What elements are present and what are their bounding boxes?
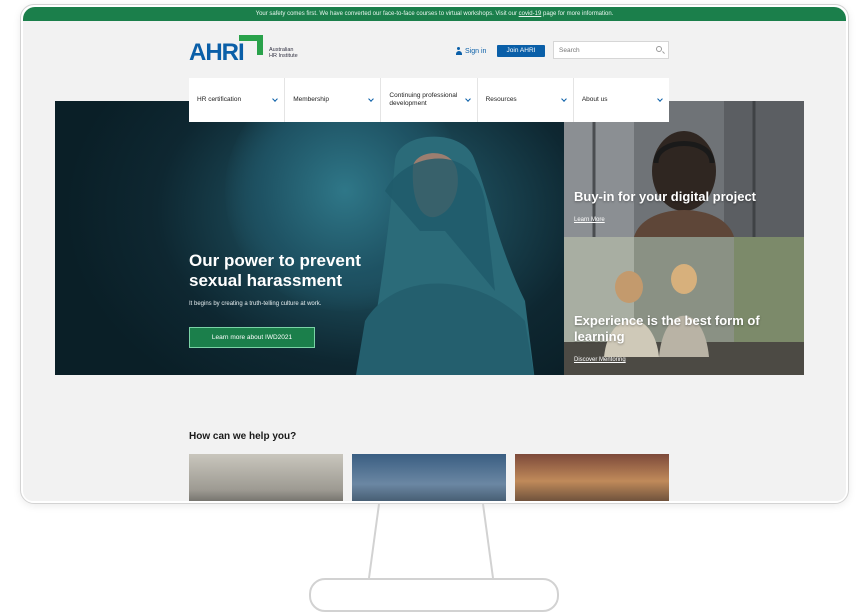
nav-item-resources[interactable]: Resources xyxy=(478,78,574,122)
help-tile-workspace[interactable] xyxy=(352,454,506,501)
hero-banner: Our power to prevent sexual harassment I… xyxy=(55,101,564,375)
site-header: AHRI Australian HR Institute Sign in Joi… xyxy=(23,21,846,81)
main-nav: HR certification Membership Continuing p… xyxy=(189,78,669,122)
logo-wordmark: AHRI xyxy=(189,39,245,66)
person-icon xyxy=(455,47,462,55)
two-women-image xyxy=(564,237,804,375)
mentoring-card[interactable]: Experience is the best form of learning … xyxy=(564,237,804,375)
hero-title: Our power to prevent sexual harassment xyxy=(189,251,439,291)
covid-link[interactable]: covid-19 xyxy=(519,11,542,17)
covid-banner: Your safety comes first. We have convert… xyxy=(23,7,846,21)
monitor-stand-neck xyxy=(368,504,494,579)
sign-in-label: Sign in xyxy=(465,47,487,55)
logo-accent-bar-vertical xyxy=(257,35,263,55)
nav-item-label: HR certification xyxy=(197,96,242,103)
banner-text-end: page for more information. xyxy=(541,11,614,17)
search-icon[interactable] xyxy=(656,46,662,52)
monitor-frame: Your safety comes first. We have convert… xyxy=(20,4,849,504)
join-ahri-button[interactable]: Join AHRI xyxy=(497,45,545,57)
chevron-down-icon xyxy=(560,96,567,102)
chevron-down-icon xyxy=(368,96,375,102)
logo-subtitle: Australian HR Institute xyxy=(269,47,309,59)
help-tile-team[interactable] xyxy=(515,454,669,501)
card-link[interactable]: Learn More xyxy=(574,217,605,223)
card-link[interactable]: Discover Mentoring xyxy=(574,357,626,363)
hero-title-line1: Our power to prevent xyxy=(189,251,361,270)
nav-item-label: Resources xyxy=(485,96,517,103)
nav-item-cpd[interactable]: Continuing professional development xyxy=(381,78,478,122)
monitor-stand-base xyxy=(309,578,559,612)
nav-item-label: Continuing professional development xyxy=(389,92,458,107)
learn-more-button[interactable]: Learn more about IWD2021 xyxy=(189,327,315,348)
sign-in-link[interactable]: Sign in xyxy=(455,47,486,55)
nav-item-hr-certification[interactable]: HR certification xyxy=(189,78,286,122)
nav-item-about-us[interactable]: About us xyxy=(574,78,669,122)
nav-item-membership[interactable]: Membership xyxy=(285,78,382,122)
stage: Your safety comes first. We have convert… xyxy=(0,0,857,616)
chevron-down-icon xyxy=(272,96,279,102)
browser-screen: Your safety comes first. We have convert… xyxy=(23,7,846,501)
card-title: Buy-in for your digital project xyxy=(574,189,757,204)
card-title-line1: Experience is the best form of xyxy=(574,313,760,328)
nav-item-label: Membership xyxy=(293,96,329,103)
search-input[interactable] xyxy=(553,41,669,59)
card-title: Experience is the best form of learning xyxy=(574,313,760,345)
banner-text-start: Your safety comes first. We have convert… xyxy=(255,11,519,17)
nav-item-label: About us xyxy=(581,96,608,103)
hero-subtitle: It begins by creating a truth-telling cu… xyxy=(189,301,322,307)
hero-title-line2: sexual harassment xyxy=(189,271,343,290)
card-title-line2: learning xyxy=(574,329,625,344)
logo-subtitle-line2: HR Institute xyxy=(269,53,298,59)
help-tile-office[interactable] xyxy=(189,454,343,501)
hero-woman-image xyxy=(356,136,535,375)
chevron-down-icon xyxy=(657,96,663,102)
help-section-title: How can we help you? xyxy=(189,431,297,442)
chevron-down-icon xyxy=(464,96,471,102)
ahri-logo[interactable]: AHRI Australian HR Institute xyxy=(189,35,309,69)
